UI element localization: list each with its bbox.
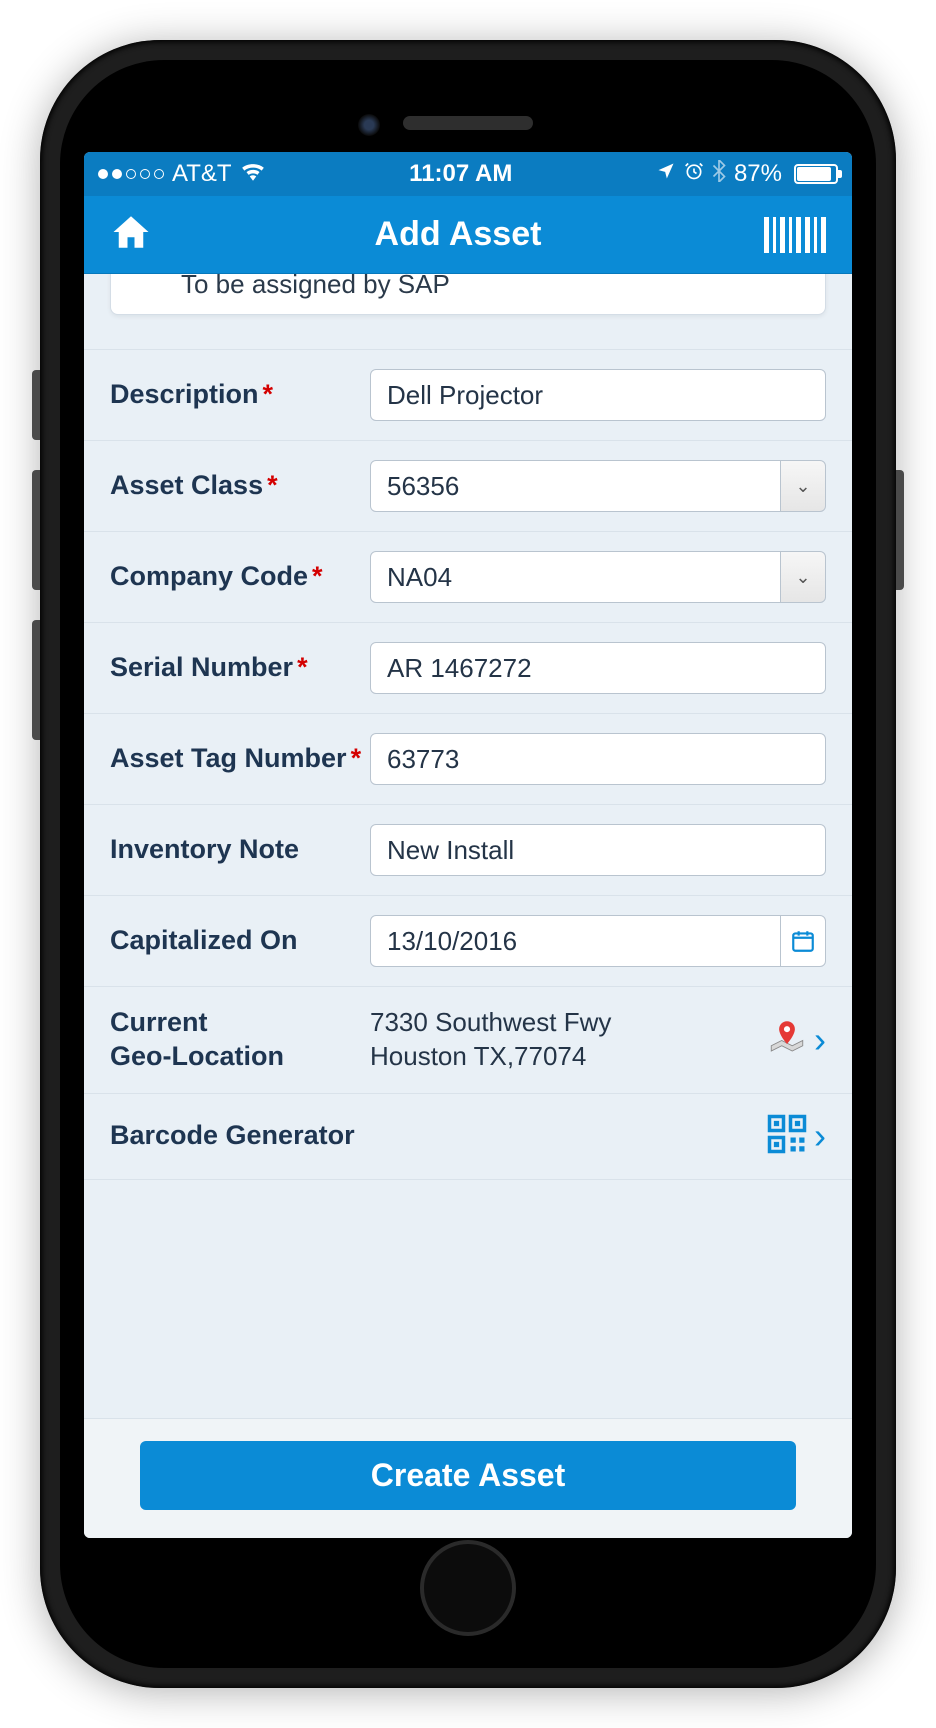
input-inventory-note[interactable]: New Install — [370, 824, 826, 876]
page-title: Add Asset — [375, 215, 542, 254]
row-company-code: Company Code* NA04 ⌄ — [84, 531, 852, 622]
row-description: Description* Dell Projector — [84, 349, 852, 440]
signal-dots-icon — [98, 169, 164, 179]
chevron-right-icon: › — [814, 1019, 826, 1061]
battery-icon — [790, 164, 838, 184]
input-description[interactable]: Dell Projector — [370, 369, 826, 421]
nav-header: Add Asset — [84, 196, 852, 274]
row-serial-number: Serial Number* AR 1467272 — [84, 622, 852, 713]
map-pin-icon — [766, 1016, 808, 1063]
row-asset-class: Asset Class* 56356 ⌄ — [84, 440, 852, 531]
create-asset-button[interactable]: Create Asset — [140, 1441, 796, 1510]
sap-assign-text: To be assigned by SAP — [181, 274, 450, 299]
geo-address: 7330 Southwest Fwy Houston TX,77074 — [370, 1006, 611, 1074]
status-bar: AT&T 11:07 AM 87% — [84, 152, 852, 196]
row-asset-tag: Asset Tag Number* 63773 — [84, 713, 852, 804]
form-content: To be assigned by SAP Description* Dell … — [84, 274, 852, 1418]
select-asset-class[interactable]: 56356 — [370, 460, 781, 512]
carrier-label: AT&T — [172, 160, 232, 188]
label-barcode-gen: Barcode Generator — [110, 1120, 355, 1150]
status-time: 11:07 AM — [409, 160, 512, 188]
barcode-icon[interactable] — [764, 217, 826, 253]
label-asset-tag: Asset Tag Number — [110, 743, 347, 773]
label-inventory-note: Inventory Note — [110, 834, 299, 864]
chevron-down-icon[interactable]: ⌄ — [780, 551, 826, 603]
chevron-right-icon: › — [814, 1115, 826, 1157]
label-description: Description — [110, 379, 259, 409]
home-icon[interactable] — [110, 211, 152, 258]
row-inventory-note: Inventory Note New Install — [84, 804, 852, 895]
select-company-code[interactable]: NA04 — [370, 551, 781, 603]
label-capitalized-on: Capitalized On — [110, 925, 298, 955]
label-company-code: Company Code — [110, 561, 308, 591]
input-serial-number[interactable]: AR 1467272 — [370, 642, 826, 694]
input-capitalized-on[interactable]: 13/10/2016 — [370, 915, 781, 967]
row-barcode-generator[interactable]: Barcode Generator › — [84, 1093, 852, 1180]
input-asset-tag[interactable]: 63773 — [370, 733, 826, 785]
wifi-icon — [240, 160, 266, 188]
bluetooth-icon — [712, 160, 726, 189]
chevron-down-icon[interactable]: ⌄ — [780, 460, 826, 512]
row-capitalized-on: Capitalized On 13/10/2016 — [84, 895, 852, 986]
calendar-icon[interactable] — [780, 915, 826, 967]
row-geo-location[interactable]: Current Geo-Location 7330 Southwest Fwy … — [84, 986, 852, 1093]
battery-pct: 87% — [734, 160, 782, 188]
label-geo: Current Geo-Location — [110, 1007, 284, 1071]
sap-assign-card: To be assigned by SAP — [110, 274, 826, 315]
location-arrow-icon — [656, 160, 676, 188]
label-serial-number: Serial Number — [110, 652, 293, 682]
label-asset-class: Asset Class — [110, 470, 263, 500]
footer-bar: Create Asset — [84, 1418, 852, 1538]
qr-code-icon — [766, 1113, 808, 1160]
alarm-icon — [684, 160, 704, 188]
